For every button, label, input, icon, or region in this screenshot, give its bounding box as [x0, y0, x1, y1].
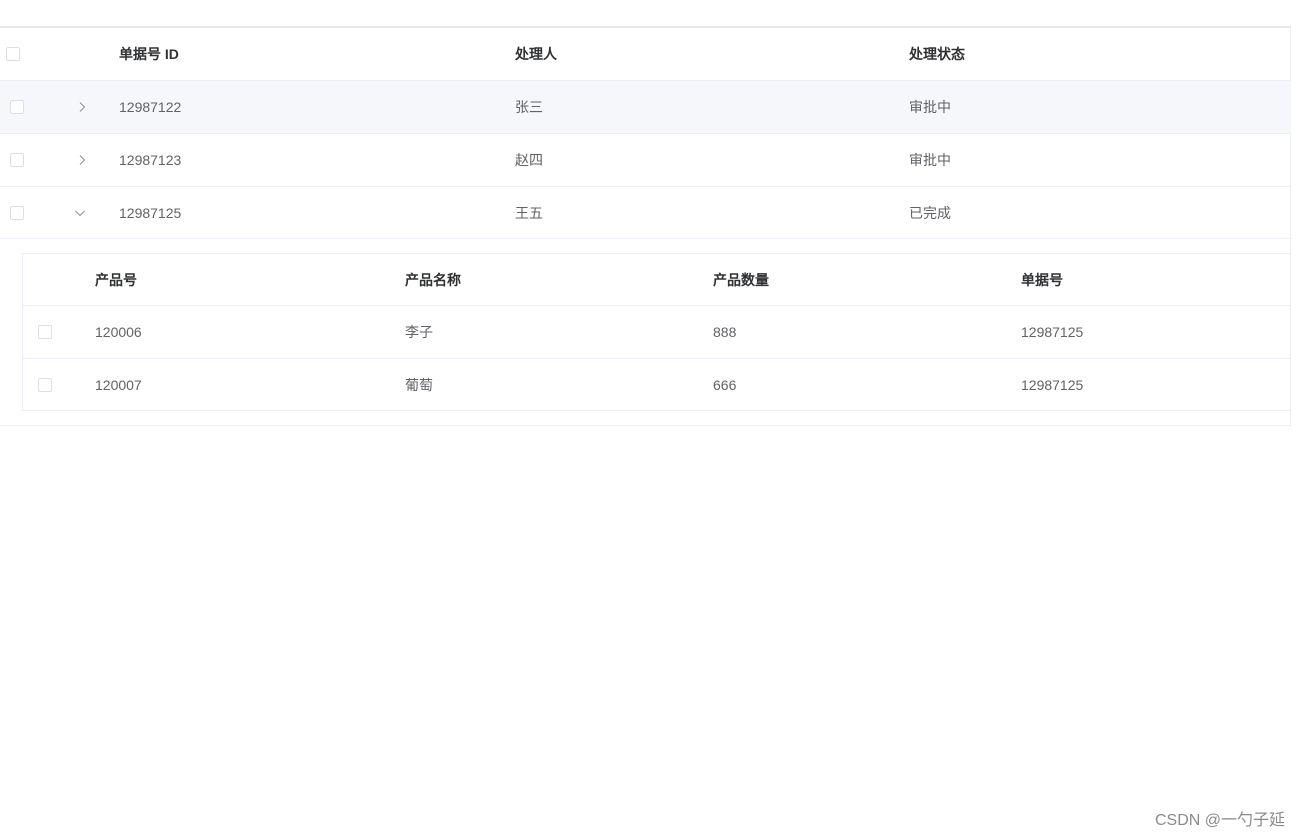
cell-product-name: 葡萄: [405, 377, 433, 393]
row-checkbox[interactable]: [38, 378, 52, 392]
cell-id: 12987123: [119, 152, 182, 168]
subtable-header-row: 产品号 产品名称 产品数量 单据号: [23, 254, 1291, 306]
cell-quantity: 888: [713, 324, 737, 340]
column-header-product-name[interactable]: 产品名称: [405, 254, 461, 305]
cell-product-name: 李子: [405, 324, 433, 340]
subtable-row[interactable]: 120006 李子 888 12987125: [23, 306, 1291, 359]
cell-product-no: 120007: [95, 377, 142, 393]
cell-handler: 张三: [515, 99, 543, 115]
cell-order-no: 12987125: [1021, 324, 1084, 340]
column-header-order-no[interactable]: 单据号: [1021, 254, 1063, 305]
cell-product-no: 120006: [95, 324, 142, 340]
cell-quantity: 666: [713, 377, 737, 393]
orders-table: 单据号 ID 处理人 处理状态 12987122 张三 审批中 12987123…: [0, 28, 1291, 426]
column-header-status[interactable]: 处理状态: [909, 28, 965, 80]
cell-handler: 赵四: [515, 152, 543, 168]
cell-status: 审批中: [909, 152, 951, 168]
cell-id: 12987122: [119, 99, 182, 115]
table-header-row: 单据号 ID 处理人 处理状态: [0, 28, 1291, 81]
cell-id: 12987125: [119, 204, 182, 221]
watermark: CSDN @一勺子延: [1154, 812, 1285, 829]
row-checkbox[interactable]: [10, 206, 24, 220]
row-checkbox[interactable]: [10, 100, 24, 114]
table-row[interactable]: 12987122 张三 审批中: [0, 81, 1291, 134]
cell-order-no: 12987125: [1021, 377, 1084, 393]
column-header-handler[interactable]: 处理人: [515, 28, 557, 80]
subtable-row[interactable]: 120007 葡萄 666 12987125: [23, 359, 1291, 411]
column-header-id[interactable]: 单据号 ID: [119, 28, 179, 80]
chevron-right-icon[interactable]: [76, 154, 88, 166]
chevron-right-icon[interactable]: [76, 101, 88, 113]
products-subtable: 产品号 产品名称 产品数量 单据号 120006 李子 888 12987125…: [22, 253, 1291, 411]
row-checkbox[interactable]: [38, 325, 52, 339]
row-checkbox[interactable]: [10, 153, 24, 167]
cell-status: 审批中: [909, 99, 951, 115]
cell-handler: 王五: [515, 204, 543, 221]
table-row[interactable]: 12987123 赵四 审批中: [0, 134, 1291, 187]
select-all-checkbox[interactable]: [6, 47, 20, 61]
chevron-down-icon[interactable]: [74, 207, 86, 219]
table-row[interactable]: 12987125 王五 已完成: [0, 187, 1291, 239]
cell-status: 已完成: [909, 204, 951, 221]
column-header-product-no[interactable]: 产品号: [95, 254, 137, 305]
column-header-quantity[interactable]: 产品数量: [713, 254, 769, 305]
